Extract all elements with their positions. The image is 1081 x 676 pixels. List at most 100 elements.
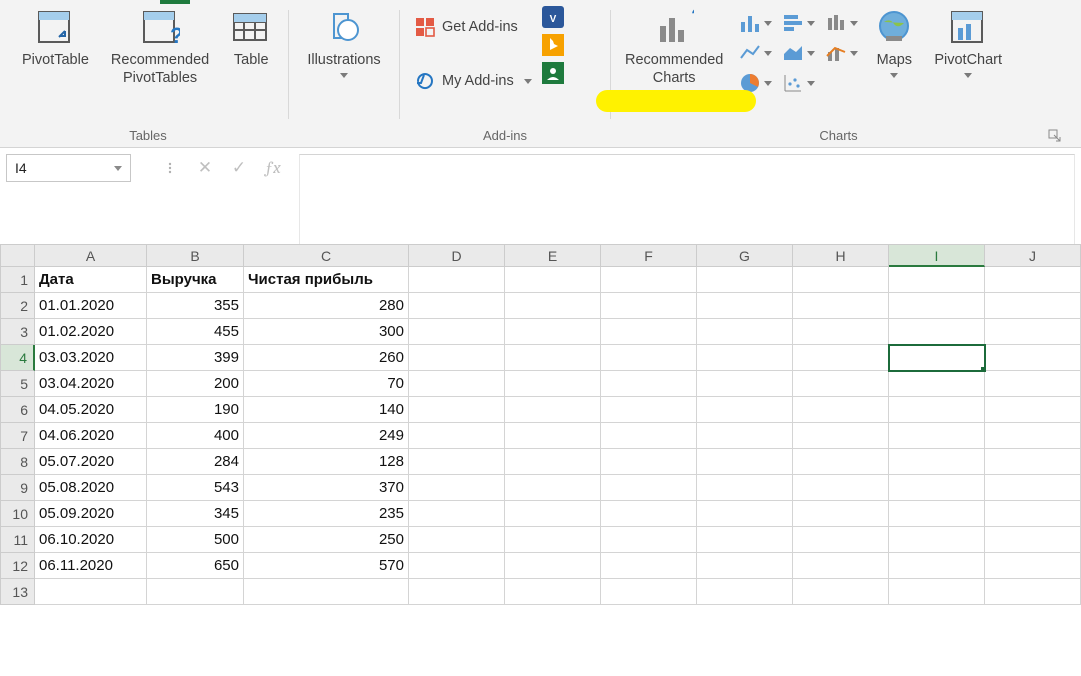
combo-chart-button[interactable]: [825, 40, 858, 66]
cell-F12[interactable]: [601, 553, 697, 579]
cell-G9[interactable]: [697, 475, 793, 501]
cell-H4[interactable]: [793, 345, 889, 371]
cell-I9[interactable]: [889, 475, 985, 501]
row-header-8[interactable]: 8: [0, 449, 35, 475]
cell-C3[interactable]: 300: [244, 319, 409, 345]
cell-F10[interactable]: [601, 501, 697, 527]
cell-C5[interactable]: 70: [244, 371, 409, 397]
cell-H10[interactable]: [793, 501, 889, 527]
cell-C12[interactable]: 570: [244, 553, 409, 579]
cell-E1[interactable]: [505, 267, 601, 293]
cell-D7[interactable]: [409, 423, 505, 449]
cell-J10[interactable]: [985, 501, 1081, 527]
cell-A9[interactable]: 05.08.2020: [35, 475, 147, 501]
cell-H8[interactable]: [793, 449, 889, 475]
cancel-formula-button[interactable]: ✕: [191, 157, 219, 179]
cell-D9[interactable]: [409, 475, 505, 501]
cell-B7[interactable]: 400: [147, 423, 244, 449]
cell-C9[interactable]: 370: [244, 475, 409, 501]
row-header-3[interactable]: 3: [0, 319, 35, 345]
cell-D8[interactable]: [409, 449, 505, 475]
cell-G6[interactable]: [697, 397, 793, 423]
cell-I4[interactable]: [889, 345, 985, 371]
cell-D12[interactable]: [409, 553, 505, 579]
cell-B2[interactable]: 355: [147, 293, 244, 319]
charts-dialog-launcher[interactable]: [1048, 129, 1062, 143]
area-chart-button[interactable]: [782, 40, 815, 66]
cell-E5[interactable]: [505, 371, 601, 397]
cell-H2[interactable]: [793, 293, 889, 319]
cell-F11[interactable]: [601, 527, 697, 553]
select-all-corner[interactable]: [0, 244, 35, 267]
col-header-J[interactable]: J: [985, 244, 1081, 267]
row-header-7[interactable]: 7: [0, 423, 35, 449]
cell-H13[interactable]: [793, 579, 889, 605]
cell-G8[interactable]: [697, 449, 793, 475]
cell-G10[interactable]: [697, 501, 793, 527]
cell-I7[interactable]: [889, 423, 985, 449]
col-header-A[interactable]: A: [35, 244, 147, 267]
cell-B9[interactable]: 543: [147, 475, 244, 501]
cell-A12[interactable]: 06.11.2020: [35, 553, 147, 579]
pivotchart-button[interactable]: PivotChart: [930, 4, 1006, 78]
col-header-D[interactable]: D: [409, 244, 505, 267]
line-chart-button[interactable]: [739, 40, 772, 66]
cell-E8[interactable]: [505, 449, 601, 475]
cell-J5[interactable]: [985, 371, 1081, 397]
cell-E9[interactable]: [505, 475, 601, 501]
row-header-6[interactable]: 6: [0, 397, 35, 423]
cell-F3[interactable]: [601, 319, 697, 345]
row-header-2[interactable]: 2: [0, 293, 35, 319]
row-header-11[interactable]: 11: [0, 527, 35, 553]
cell-E11[interactable]: [505, 527, 601, 553]
cell-F2[interactable]: [601, 293, 697, 319]
cell-H11[interactable]: [793, 527, 889, 553]
cell-J12[interactable]: [985, 553, 1081, 579]
people-addin-icon[interactable]: [542, 62, 564, 84]
cell-C4[interactable]: 260: [244, 345, 409, 371]
cell-I3[interactable]: [889, 319, 985, 345]
cell-A1[interactable]: Дата: [35, 267, 147, 293]
illustrations-button[interactable]: Illustrations: [303, 4, 384, 78]
cell-G3[interactable]: [697, 319, 793, 345]
cell-E4[interactable]: [505, 345, 601, 371]
cell-G13[interactable]: [697, 579, 793, 605]
cell-H3[interactable]: [793, 319, 889, 345]
cell-B3[interactable]: 455: [147, 319, 244, 345]
cell-I13[interactable]: [889, 579, 985, 605]
cell-B11[interactable]: 500: [147, 527, 244, 553]
row-header-13[interactable]: 13: [0, 579, 35, 605]
stock-chart-button[interactable]: [825, 10, 858, 36]
cell-C1[interactable]: Чистая прибыль: [244, 267, 409, 293]
bing-addin-icon[interactable]: [542, 34, 564, 56]
maps-button[interactable]: Maps: [870, 4, 918, 78]
cell-B13[interactable]: [147, 579, 244, 605]
cell-F6[interactable]: [601, 397, 697, 423]
col-header-C[interactable]: C: [244, 244, 409, 267]
cell-J6[interactable]: [985, 397, 1081, 423]
row-header-10[interactable]: 10: [0, 501, 35, 527]
col-header-F[interactable]: F: [601, 244, 697, 267]
row-header-12[interactable]: 12: [0, 553, 35, 579]
cell-J3[interactable]: [985, 319, 1081, 345]
cell-F5[interactable]: [601, 371, 697, 397]
cell-B5[interactable]: 200: [147, 371, 244, 397]
cell-A13[interactable]: [35, 579, 147, 605]
cell-I8[interactable]: [889, 449, 985, 475]
cell-I5[interactable]: [889, 371, 985, 397]
cell-A2[interactable]: 01.01.2020: [35, 293, 147, 319]
cell-J9[interactable]: [985, 475, 1081, 501]
cell-A3[interactable]: 01.02.2020: [35, 319, 147, 345]
cell-E6[interactable]: [505, 397, 601, 423]
cell-E13[interactable]: [505, 579, 601, 605]
row-header-4[interactable]: 4: [0, 345, 35, 371]
visio-addin-icon[interactable]: V: [542, 6, 564, 28]
cell-H5[interactable]: [793, 371, 889, 397]
my-addins-button[interactable]: My Add-ins: [410, 66, 536, 96]
cell-E3[interactable]: [505, 319, 601, 345]
cell-C8[interactable]: 128: [244, 449, 409, 475]
cell-C11[interactable]: 250: [244, 527, 409, 553]
cell-A6[interactable]: 04.05.2020: [35, 397, 147, 423]
column-chart-button[interactable]: [739, 10, 772, 36]
cell-F8[interactable]: [601, 449, 697, 475]
